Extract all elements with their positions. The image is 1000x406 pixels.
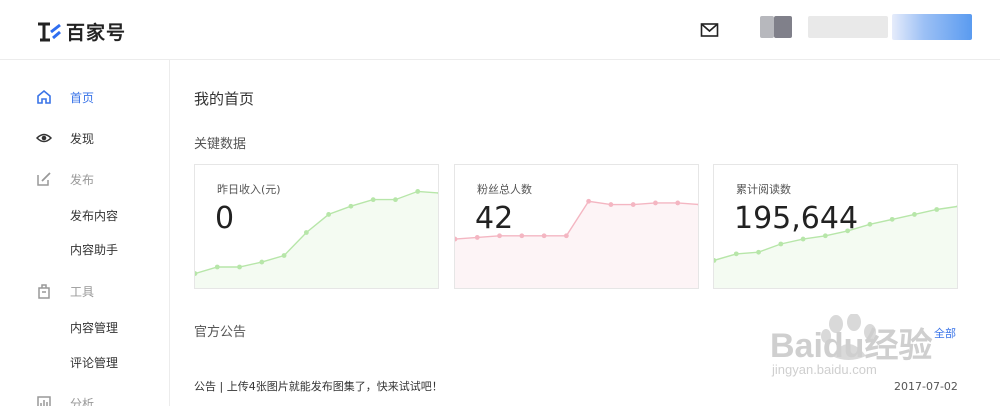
baidu-jingyan-watermark: Baidu经验 jingyan.baidu.com — [768, 312, 988, 392]
stat-label: 昨日收入(元) — [217, 183, 281, 196]
logo-mark-icon — [38, 22, 61, 41]
watermark-url: jingyan.baidu.com — [772, 362, 877, 377]
avatar-part — [774, 16, 792, 38]
user-account-area[interactable] — [740, 14, 972, 44]
sparkline-point — [259, 259, 265, 265]
sidebar-group-label: 分析 — [70, 396, 95, 406]
sidebar-item-comment-manage[interactable]: 评论管理 — [70, 354, 118, 371]
home-icon — [37, 89, 51, 104]
sparkline-point — [237, 264, 242, 270]
sidebar-item-content-assistant[interactable]: 内容助手 — [70, 241, 118, 258]
sparkline-point — [586, 198, 592, 204]
sparkline-point — [733, 251, 739, 257]
sparkline-point — [934, 207, 940, 212]
page-title: 我的首页 — [194, 90, 255, 108]
top-header: 百家号 — [0, 0, 1000, 60]
sidebar-group-tools: 工具 — [0, 276, 169, 306]
edit-icon — [37, 172, 51, 186]
sidebar-item-publish-content[interactable]: 发布内容 — [70, 207, 118, 224]
sidebar-item-content-manage[interactable]: 内容管理 — [70, 319, 118, 336]
logo-text: 百家号 — [66, 22, 127, 44]
sparkline-point — [867, 221, 873, 227]
chart-icon — [37, 396, 51, 406]
sparkline-point — [653, 200, 658, 206]
stat-card-income[interactable]: 昨日收入(元) 0 — [194, 164, 439, 289]
username-blur — [808, 16, 888, 38]
sparkline-point — [415, 189, 421, 194]
stat-card-fans[interactable]: 粉丝总人数 42 — [454, 164, 699, 289]
sparkline-point — [519, 233, 525, 239]
sidebar-group-label: 工具 — [70, 284, 95, 299]
stat-label: 粉丝总人数 — [477, 183, 532, 196]
avatar[interactable] — [760, 16, 774, 38]
stat-value: 195,644 — [734, 201, 859, 236]
toolbox-icon — [38, 284, 50, 299]
sparkline-point — [563, 233, 569, 239]
stat-label: 累计阅读数 — [736, 183, 791, 196]
notice-section-title: 官方公告 — [194, 325, 247, 340]
sidebar-item-discover[interactable]: 发现 — [0, 123, 169, 153]
sparkline-point — [303, 230, 309, 235]
baijiahao-logo[interactable]: 百家号 — [36, 18, 126, 45]
watermark-brand: Baidu经验 — [770, 327, 933, 365]
notice-item[interactable]: 公告 | 上传4张图片就能发布图集了，快来试试吧！ — [194, 378, 443, 394]
eye-icon — [36, 133, 52, 143]
sparkline-point — [912, 212, 917, 217]
sidebar-group-publish: 发布 — [0, 164, 169, 194]
sidebar-item-home[interactable]: 首页 — [0, 82, 169, 112]
mail-icon[interactable] — [700, 22, 720, 38]
sparkline-point — [348, 203, 354, 209]
sparkline-point — [630, 202, 636, 207]
account-button-blur[interactable] — [892, 14, 972, 40]
key-data-title: 关键数据 — [194, 137, 247, 152]
sparkline-point — [281, 253, 287, 258]
stat-value: 42 — [475, 201, 514, 236]
sparkline-point — [393, 197, 398, 203]
sparkline-point — [326, 212, 332, 217]
sidebar-item-label: 发现 — [70, 131, 95, 146]
sidebar: 首页 发现 发布 发布内容 内容助手 工具 内容管理 评论管理 分析 — [0, 60, 170, 406]
stat-value: 0 — [215, 201, 235, 236]
sparkline-point — [889, 216, 895, 222]
sparkline-point — [675, 200, 681, 206]
sidebar-group-label: 发布 — [70, 172, 95, 187]
sidebar-item-label: 首页 — [70, 90, 95, 105]
sparkline-point — [541, 233, 547, 239]
stat-card-reads[interactable]: 累计阅读数 195,644 — [713, 164, 958, 289]
sparkline-point — [800, 236, 806, 242]
sidebar-group-analysis: 分析 — [0, 388, 169, 406]
sparkline-point — [756, 249, 761, 255]
sparkline-point — [214, 264, 220, 270]
sparkline-point — [778, 241, 784, 247]
sparkline-point — [608, 202, 614, 207]
sparkline-point — [370, 197, 376, 203]
